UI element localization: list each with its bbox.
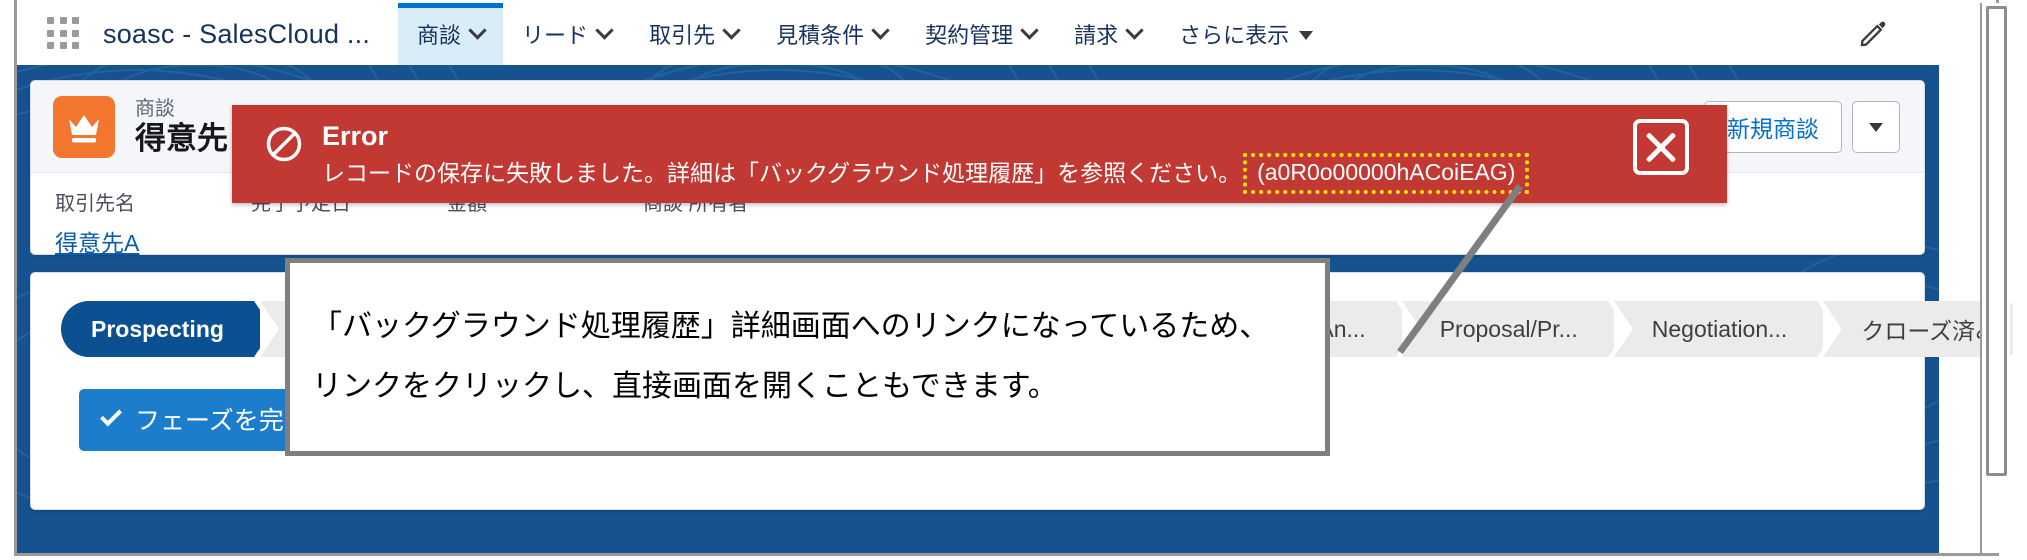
- path-stage-negotiation-review[interactable]: Negotiation...: [1613, 301, 1836, 357]
- opportunity-crown-icon: [53, 95, 115, 158]
- tab-account[interactable]: 取引先: [630, 3, 757, 65]
- close-icon[interactable]: [1633, 119, 1689, 175]
- tab-quote-terms[interactable]: 見積条件: [757, 3, 906, 65]
- error-record-id-link[interactable]: (a0R0o00000hACoiEAG): [1243, 153, 1530, 194]
- tab-label: 見積条件: [776, 23, 865, 48]
- error-ban-icon: [264, 124, 304, 164]
- chevron-down-icon[interactable]: [871, 20, 890, 40]
- app-name-label: soasc - SalesCloud ...: [103, 18, 371, 49]
- navigation-tabs: 商談 リード 取引先 見積条件 契約管理 請求 さらに表示: [398, 3, 1332, 65]
- screenshot-root: soasc - SalesCloud ... 商談 リード 取引先 見積条件 契…: [0, 0, 2027, 560]
- chevron-down-icon[interactable]: [722, 20, 741, 40]
- chevron-down-icon[interactable]: [468, 20, 487, 40]
- record-actions: 新規商談: [1704, 100, 1900, 153]
- error-toast-title: Error: [322, 121, 389, 151]
- triangle-down-icon[interactable]: [1299, 30, 1314, 40]
- pencil-icon[interactable]: [1856, 17, 1890, 51]
- check-icon: [100, 404, 122, 426]
- record-title-group: 商談 得意先: [135, 97, 228, 157]
- chevron-down-icon[interactable]: [1020, 20, 1039, 40]
- tab-contract-management[interactable]: 契約管理: [906, 3, 1055, 65]
- annotation-line-1: 「バックグラウンド処理履歴」詳細画面へのリンクになっているため、: [312, 309, 1270, 343]
- triangle-down-icon: [1869, 123, 1883, 132]
- tab-label: 請求: [1074, 23, 1119, 48]
- vertical-scrollbar-thumb[interactable]: [1986, 6, 2007, 476]
- global-header: soasc - SalesCloud ... 商談 リード 取引先 見積条件 契…: [17, 3, 1942, 65]
- path-stage-proposal-price-quote[interactable]: Proposal/Pr...: [1401, 301, 1627, 357]
- tab-billing[interactable]: 請求: [1055, 3, 1160, 65]
- more-actions-button[interactable]: [1852, 100, 1900, 153]
- tab-lead[interactable]: リード: [503, 3, 630, 65]
- error-toast-message: レコードの保存に失敗しました。詳細は「バックグラウンド処理履歴」を参照ください。: [322, 159, 1242, 186]
- chevron-down-icon[interactable]: [595, 20, 614, 40]
- error-toast-message-row: レコードの保存に失敗しました。詳細は「バックグラウンド処理履歴」を参照ください。…: [322, 153, 1530, 194]
- tab-label: 商談: [417, 23, 462, 48]
- tab-show-more[interactable]: さらに表示: [1160, 3, 1332, 65]
- tab-label: 取引先: [649, 23, 716, 48]
- path-stage-prospecting[interactable]: Prospecting: [61, 301, 273, 357]
- vertical-scrollbar[interactable]: [1980, 3, 2010, 553]
- window-right-edge: [2013, 0, 2027, 560]
- app-launcher-waffle-icon[interactable]: [47, 17, 81, 51]
- tab-label: 契約管理: [925, 23, 1014, 48]
- chevron-down-icon[interactable]: [1125, 20, 1144, 40]
- tab-label: リード: [522, 23, 589, 48]
- record-name: 得意先: [135, 120, 228, 156]
- account-name-link[interactable]: 得意先A: [55, 224, 251, 258]
- field-account-name: 取引先名 得意先A: [55, 187, 251, 258]
- error-toast-body: Error レコードの保存に失敗しました。詳細は「バックグラウンド処理履歴」を参…: [322, 121, 1530, 194]
- tab-label: さらに表示: [1179, 23, 1290, 48]
- error-toast: Error レコードの保存に失敗しました。詳細は「バックグラウンド処理履歴」を参…: [232, 105, 1727, 203]
- field-label: 取引先名: [55, 193, 135, 215]
- tab-shodan[interactable]: 商談: [398, 3, 504, 65]
- record-object-label: 商談: [135, 97, 175, 120]
- annotation-line-2: リンクをクリックし、直接画面を開くこともできます。: [312, 370, 1058, 403]
- annotation-callout: 「バックグラウンド処理履歴」詳細画面へのリンクになっているため、 リンクをクリッ…: [285, 258, 1330, 456]
